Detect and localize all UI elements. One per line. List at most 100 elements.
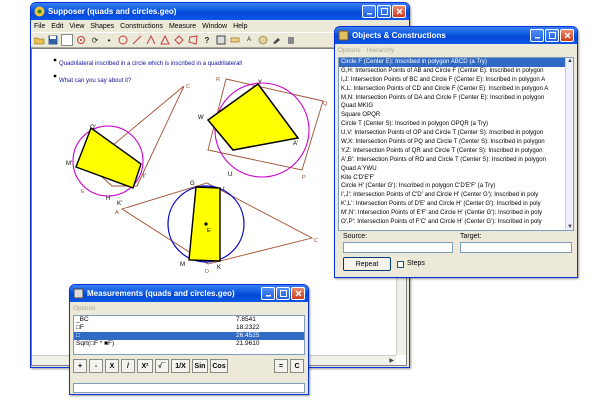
menu-options[interactable]: Options <box>338 47 360 54</box>
meas-minimize-button[interactable] <box>261 287 275 300</box>
menu-shapes[interactable]: Shapes <box>90 23 114 30</box>
note-1: Quadrilateral inscribed in a circle whic… <box>59 61 243 67</box>
reciprocal-button[interactable]: 1/X <box>171 359 190 373</box>
measurements-list[interactable]: _BC 7.8541 □F 18.2322 □ 26.4525 Sqrt(□F * ■… <box>73 315 305 355</box>
label-U: U <box>228 172 232 178</box>
triangle-icon[interactable] <box>159 34 171 46</box>
target-label: Target: <box>460 233 482 240</box>
repeat-button[interactable]: Repeat <box>343 257 391 271</box>
menu-hierarchy[interactable]: Hierarchy <box>366 47 394 54</box>
main-titlebar[interactable]: Supposer (quads and circles.geo) <box>31 3 409 20</box>
list-item[interactable]: Quad A'YWU <box>339 165 573 174</box>
list-item[interactable]: O',P': Intersection Points of F'C' and C… <box>339 218 573 227</box>
list-item[interactable]: I',J': Intersection Points of C'D' and C… <box>339 191 573 200</box>
minus-button[interactable]: - <box>89 359 103 373</box>
objects-window: Objects & Constructions Options Hierarch… <box>334 26 578 278</box>
list-item[interactable]: Circle T (Center S): Inscribed in polygo… <box>339 120 573 129</box>
select-icon[interactable] <box>61 34 73 46</box>
list-item[interactable]: I,J: Intersection Points of BC and Circl… <box>339 76 573 85</box>
measurement-row[interactable]: _BC 7.8541 <box>74 316 304 324</box>
objects-list[interactable]: Circle F (Center E): Inscribed in polygo… <box>338 57 574 231</box>
objects-minimize-button[interactable] <box>530 29 544 42</box>
steps-checkbox[interactable] <box>397 261 404 268</box>
point-icon[interactable]: • <box>103 34 115 46</box>
measurement-value: 18.2322 <box>236 324 260 331</box>
menu-meas-options[interactable]: Options <box>73 305 95 312</box>
polygon-icon[interactable] <box>187 34 199 46</box>
meas-maximize-button[interactable] <box>276 287 290 300</box>
kite-icon[interactable] <box>173 34 185 46</box>
label-A: A <box>115 210 119 216</box>
multiply-button[interactable]: X <box>105 359 119 373</box>
divide-button[interactable]: / <box>121 359 135 373</box>
label-G: G <box>190 181 195 187</box>
equals-button[interactable]: = <box>274 359 288 373</box>
meas-close-button[interactable] <box>291 287 305 300</box>
list-item[interactable]: Circle H' (Center G'): Inscribed in poly… <box>339 182 573 191</box>
target-field[interactable] <box>460 242 572 253</box>
cos-button[interactable]: Cos <box>210 359 228 373</box>
menu-measure[interactable]: Measure <box>169 23 196 30</box>
plus-button[interactable]: + <box>73 359 87 373</box>
label-Op: O' <box>90 125 96 131</box>
menu-edit[interactable]: Edit <box>51 23 63 30</box>
clear-button[interactable]: C <box>290 359 304 373</box>
label-M: M <box>180 262 185 268</box>
close-button[interactable] <box>392 5 406 18</box>
list-item[interactable]: U,V: Intersection Points of OP and Circl… <box>339 129 573 138</box>
source-field[interactable] <box>343 242 453 253</box>
menu-window[interactable]: Window <box>202 23 227 30</box>
list-item[interactable]: A',B': Intersection Points of RO and Cir… <box>339 156 573 165</box>
measurement-name: □ <box>76 332 80 339</box>
rotate-icon[interactable]: ⟳ <box>89 34 101 46</box>
label-C: C <box>186 84 190 90</box>
maximize-button[interactable] <box>377 5 391 18</box>
palette-icon[interactable] <box>257 34 269 46</box>
measurement-row[interactable]: Sqrt(□F * ■F) 21.9610 <box>74 340 304 348</box>
label-Mp: M' <box>66 161 72 167</box>
measurement-row[interactable]: □F 18.2322 <box>74 324 304 332</box>
list-item[interactable]: Kite C'D'E'F' <box>339 174 573 183</box>
trash-icon[interactable] <box>285 34 297 46</box>
paint-icon[interactable] <box>271 34 283 46</box>
list-item[interactable]: Quad MKIG <box>339 102 573 111</box>
angle-icon[interactable] <box>145 34 157 46</box>
minimize-button[interactable] <box>362 5 376 18</box>
list-item[interactable]: G,H: Intersection Points of AB and Circl… <box>339 67 573 76</box>
help-icon[interactable]: ? <box>201 34 213 46</box>
square-button[interactable]: X² <box>137 359 153 373</box>
measurement-expression-field[interactable] <box>73 383 305 393</box>
menu-file[interactable]: File <box>34 23 45 30</box>
measurement-row[interactable]: □ 26.4525 <box>74 332 304 340</box>
sqrt-button[interactable]: √¯ <box>155 359 169 373</box>
menu-help[interactable]: Help <box>233 23 247 30</box>
list-item[interactable]: Square OPQR <box>339 111 573 120</box>
center-e <box>204 222 208 226</box>
save-icon[interactable] <box>47 34 59 46</box>
hide-label-icon[interactable]: A <box>243 34 255 46</box>
list-item[interactable]: M,N: Intersection Points of DA and Circl… <box>339 94 573 103</box>
list-item[interactable]: K',L': Intersection Points of D'E' and C… <box>339 200 573 209</box>
menu-constructions[interactable]: Constructions <box>120 23 163 30</box>
list-item[interactable]: Circle F (Center E): Inscribed in polygo… <box>339 58 573 67</box>
list-item[interactable]: K,L: Intersection Points of CD and Circl… <box>339 85 573 94</box>
list-item[interactable]: Y,Z: Intersection Points of QR and Circl… <box>339 147 573 156</box>
objects-close-button[interactable] <box>560 29 574 42</box>
objects-titlebar[interactable]: Objects & Constructions <box>335 27 577 44</box>
segment-icon[interactable] <box>131 34 143 46</box>
menu-view[interactable]: View <box>69 23 84 30</box>
ruler-icon[interactable] <box>229 34 241 46</box>
label-center-E: E <box>207 228 211 234</box>
open-icon[interactable] <box>33 34 45 46</box>
measurement-name: _BC <box>76 316 89 323</box>
list-item[interactable]: M',N': Intersection Points of E'F' and C… <box>339 209 573 218</box>
measure-icon[interactable] <box>215 34 227 46</box>
sin-button[interactable]: Sin <box>192 359 208 373</box>
objects-maximize-button[interactable] <box>545 29 559 42</box>
point-on-circle-icon[interactable] <box>75 34 87 46</box>
list-item[interactable]: W,X: Intersection Points of PQ and Circl… <box>339 138 573 147</box>
source-label: Source: <box>343 233 368 240</box>
objects-list-scrollbar[interactable]: ▲ ▼ <box>565 58 573 230</box>
circle-icon[interactable] <box>117 34 129 46</box>
measurements-titlebar[interactable]: Measurements (quads and circles.geo) <box>70 285 308 302</box>
